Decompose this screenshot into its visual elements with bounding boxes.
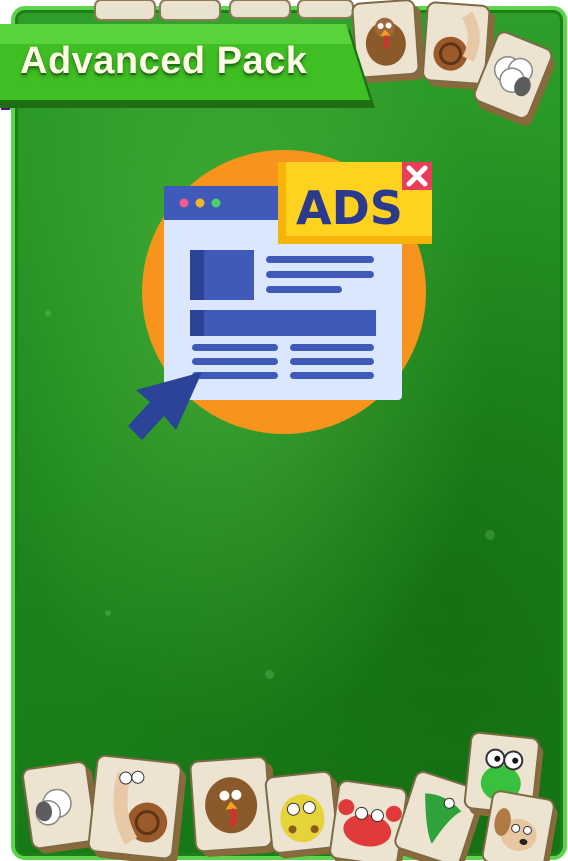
ads-label: ADS [296,181,403,235]
pack-title-ribbon: Advanced Pack [0,20,375,110]
ads-badge-icon: ADS [278,162,432,244]
advanced-pack-card[interactable]: Advanced Pack ADS [0,0,568,861]
pack-title: Advanced Pack [20,40,308,82]
cursor-arrow-icon [128,372,202,440]
ads-browser-illustration: ADS [128,150,432,440]
